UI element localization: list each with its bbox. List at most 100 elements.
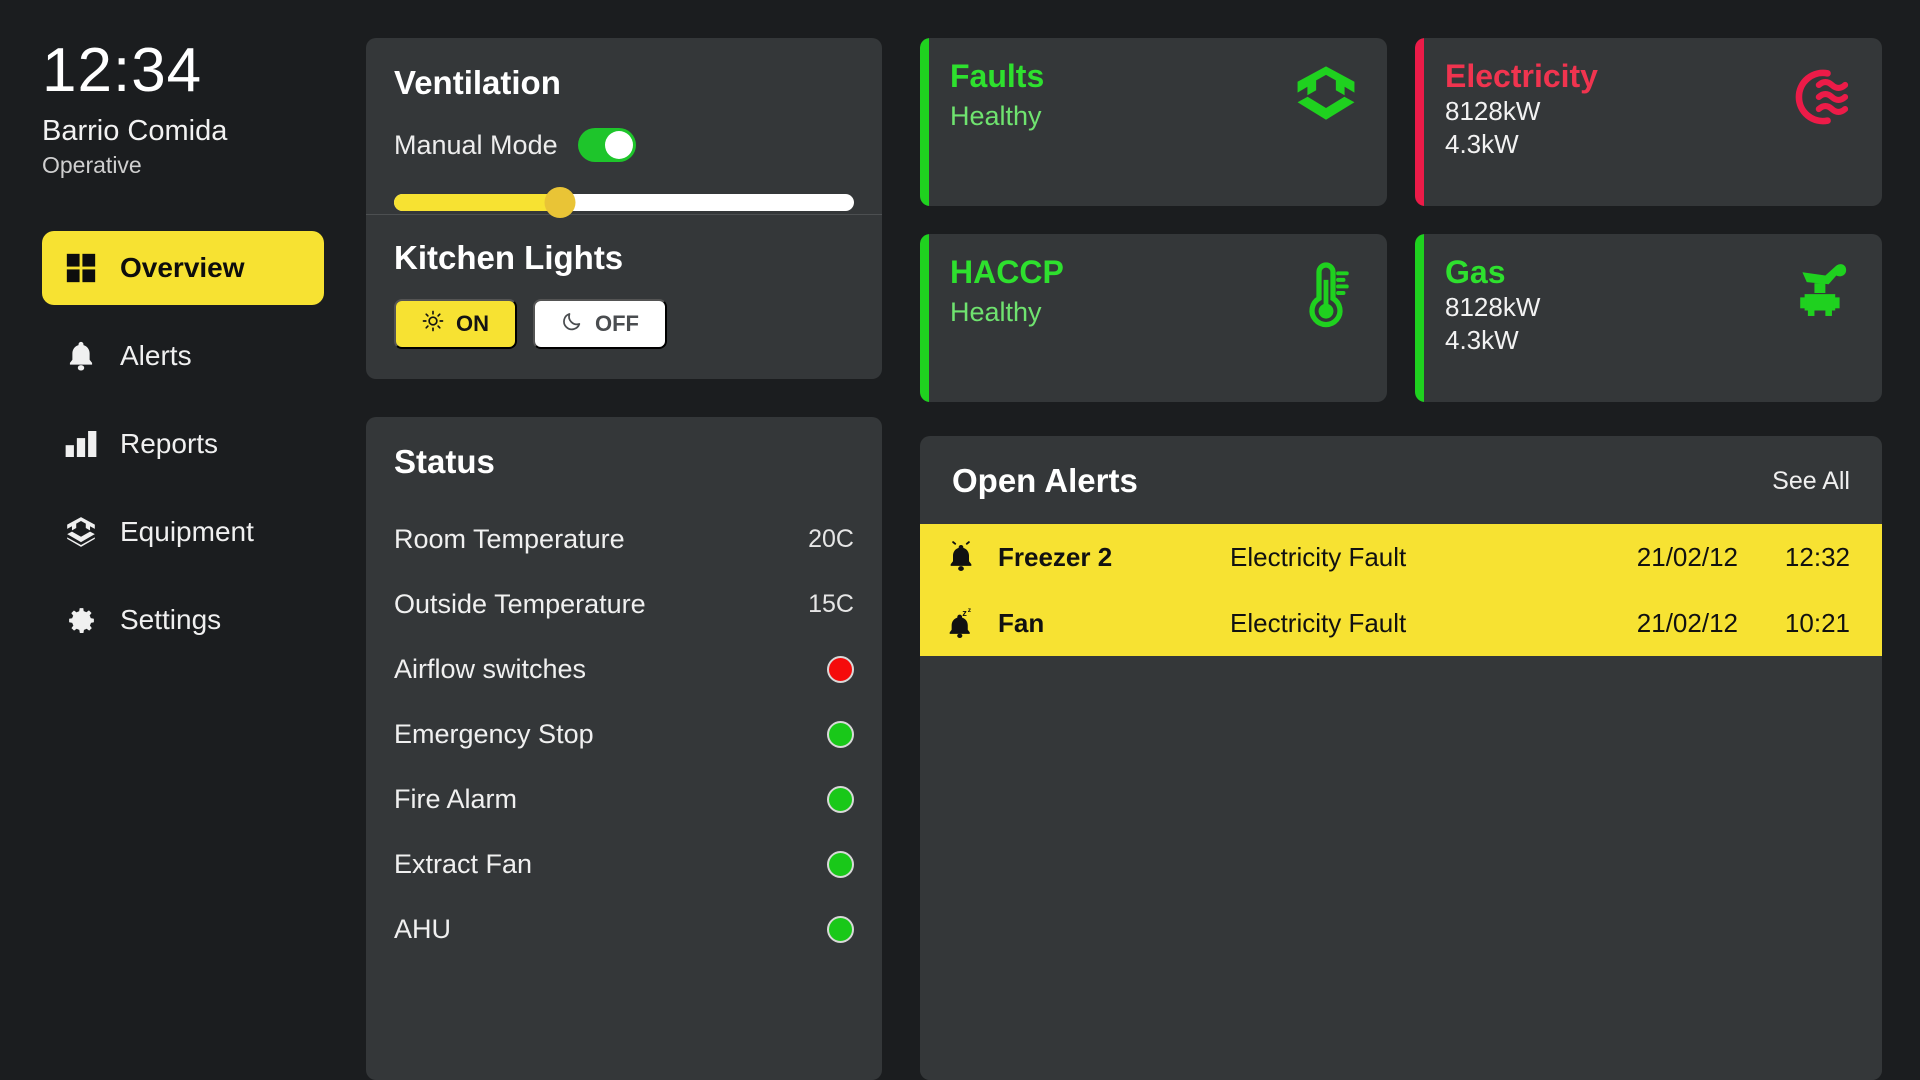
sidebar-item-label: Alerts: [120, 340, 192, 372]
tile-title: Electricity: [1445, 58, 1598, 94]
sidebar-item-alerts[interactable]: Alerts: [42, 319, 324, 393]
tile-text: HACCP Healthy: [950, 254, 1064, 402]
left-column: Ventilation Manual Mode Kitchen Lights O…: [366, 38, 882, 1080]
status-card: Status Room Temperature 20C Outside Temper…: [366, 417, 882, 1080]
tile-text: Electricity 8128kW 4.3kW: [1445, 58, 1598, 206]
main-content: Ventilation Manual Mode Kitchen Lights O…: [366, 0, 1920, 1080]
status-indicator-dot: [827, 916, 854, 943]
lights-on-label: ON: [456, 311, 489, 336]
dashboard-root: 12:34 Barrio Comida Operative Overview A…: [0, 0, 1920, 1080]
svg-text:z: z: [968, 607, 972, 614]
tile-subtitle: Healthy: [950, 100, 1042, 131]
slider-fill: [394, 194, 560, 211]
electricity-wave-icon: [1786, 62, 1856, 132]
status-row: Airflow switches: [394, 637, 854, 702]
sidebar-item-settings[interactable]: Settings: [42, 583, 324, 657]
tile-accent-bar: [920, 38, 929, 206]
status-row-label: Extract Fan: [394, 849, 533, 879]
lights-off-label: OFF: [595, 311, 639, 336]
site-status-text: Operative: [42, 152, 142, 179]
alert-time: 12:32: [1784, 541, 1850, 572]
sidebar: 12:34 Barrio Comida Operative Overview A…: [0, 0, 366, 1080]
hexagon-icon: [64, 515, 98, 549]
status-row: Outside Temperature 15C: [394, 572, 854, 637]
status-row-label: Room Temperature: [394, 524, 625, 554]
alert-date: 21/02/12: [1636, 541, 1738, 572]
status-row-label: Fire Alarm: [394, 784, 518, 814]
alert-row[interactable]: Freezer 2 Electricity Fault 21/02/12 12:32: [920, 524, 1882, 590]
lights-on-button[interactable]: ON: [394, 299, 517, 349]
sidebar-nav: Overview Alerts Reports Equipment Settin…: [42, 231, 366, 657]
status-row-value: 20C: [808, 525, 854, 553]
status-row: Extract Fan: [394, 832, 854, 897]
tile-text: Gas 8128kW 4.3kW: [1445, 254, 1540, 402]
open-alerts-title: Open Alerts: [952, 462, 1138, 499]
alerts-empty-area: [920, 656, 1882, 1080]
sidebar-item-label: Overview: [120, 252, 245, 284]
right-column: Faults Healthy Electricity 8128kW 4.3kW HACCP…: [920, 38, 1882, 1080]
lights-off-button[interactable]: OFF: [533, 299, 667, 349]
ventilation-slider[interactable]: [394, 187, 854, 218]
sidebar-item-label: Reports: [120, 428, 219, 460]
ventilation-card: Ventilation Manual Mode Kitchen Lights O…: [366, 38, 882, 379]
status-tile[interactable]: Gas 8128kW 4.3kW: [1415, 234, 1882, 402]
kitchen-lights-title: Kitchen Lights: [394, 239, 624, 276]
alert-type: Electricity Fault: [1230, 607, 1407, 638]
ventilation-title: Ventilation: [394, 64, 561, 101]
status-tile[interactable]: Faults Healthy: [920, 38, 1387, 206]
alert-row[interactable]: z z Fan Electricity Fault 21/02/12 10:21: [920, 590, 1882, 656]
alert-time: 10:21: [1784, 607, 1850, 638]
manual-mode-row: Manual Mode: [394, 128, 854, 162]
see-all-link[interactable]: See All: [1772, 467, 1850, 496]
bell-snooze-icon: zz: [946, 607, 982, 639]
tile-text: Faults Healthy: [950, 58, 1044, 206]
status-indicator-dot: [827, 721, 854, 748]
tile-accent-bar: [1415, 234, 1424, 402]
hexagon-icon: [1291, 62, 1361, 132]
tile-title: Faults: [950, 58, 1045, 94]
status-tiles: Faults Healthy Electricity 8128kW 4.3kW HACCP…: [920, 38, 1882, 402]
tile-accent-bar: [920, 234, 929, 402]
sidebar-item-label: Settings: [120, 604, 222, 636]
tile-subtitle: Healthy: [950, 296, 1042, 327]
sidebar-item-equipment[interactable]: Equipment: [42, 495, 324, 569]
slider-thumb[interactable]: [544, 187, 576, 218]
open-alerts-card: Open Alerts See All Freezer 2 Electricity…: [920, 436, 1882, 1080]
status-row-label: Emergency Stop: [394, 719, 594, 749]
clock: 12:34: [42, 36, 203, 105]
thermometer-icon: [1291, 258, 1361, 328]
manual-mode-toggle[interactable]: [577, 128, 636, 162]
bar-chart-icon: [64, 427, 98, 461]
tile-title: HACCP: [950, 254, 1064, 290]
status-row: Fire Alarm: [394, 767, 854, 832]
kitchen-lights-buttons: ON OFF: [394, 299, 854, 349]
status-indicator-dot: [827, 786, 854, 813]
status-tile[interactable]: Electricity 8128kW 4.3kW: [1415, 38, 1882, 206]
alert-date: 21/02/12: [1636, 607, 1738, 638]
status-row-label: Airflow switches: [394, 654, 587, 684]
status-row-label: Outside Temperature: [394, 589, 646, 619]
sidebar-item-reports[interactable]: Reports: [42, 407, 324, 481]
gas-valve-icon: [1786, 258, 1856, 328]
status-list: Room Temperature 20C Outside Temperature 15…: [394, 507, 854, 962]
toggle-knob: [604, 131, 633, 159]
status-tile[interactable]: HACCP Healthy: [920, 234, 1387, 402]
manual-mode-label: Manual Mode: [394, 129, 558, 160]
status-row-value: 15C: [808, 590, 854, 618]
svg-text:z: z: [962, 608, 967, 618]
alert-equipment-name: Fan: [998, 607, 1045, 638]
grid-icon: [64, 251, 98, 285]
tile-value: 8128kW: [1445, 95, 1541, 126]
status-row: Room Temperature 20C: [394, 507, 854, 572]
tile-value: 4.3kW: [1445, 325, 1519, 356]
tile-value: 4.3kW: [1445, 129, 1519, 160]
alert-rows: Freezer 2 Electricity Fault 21/02/12 12:32 z…: [920, 524, 1882, 656]
gear-icon: [64, 603, 98, 637]
site-name: Barrio Comida: [42, 115, 228, 148]
bell-ringing-icon: [946, 541, 982, 573]
alert-type: Electricity Fault: [1230, 541, 1407, 572]
sidebar-item-label: Equipment: [120, 516, 254, 548]
sidebar-item-overview[interactable]: Overview: [42, 231, 324, 306]
tile-value: 8128kW: [1445, 291, 1541, 322]
bell-icon: [64, 339, 98, 373]
